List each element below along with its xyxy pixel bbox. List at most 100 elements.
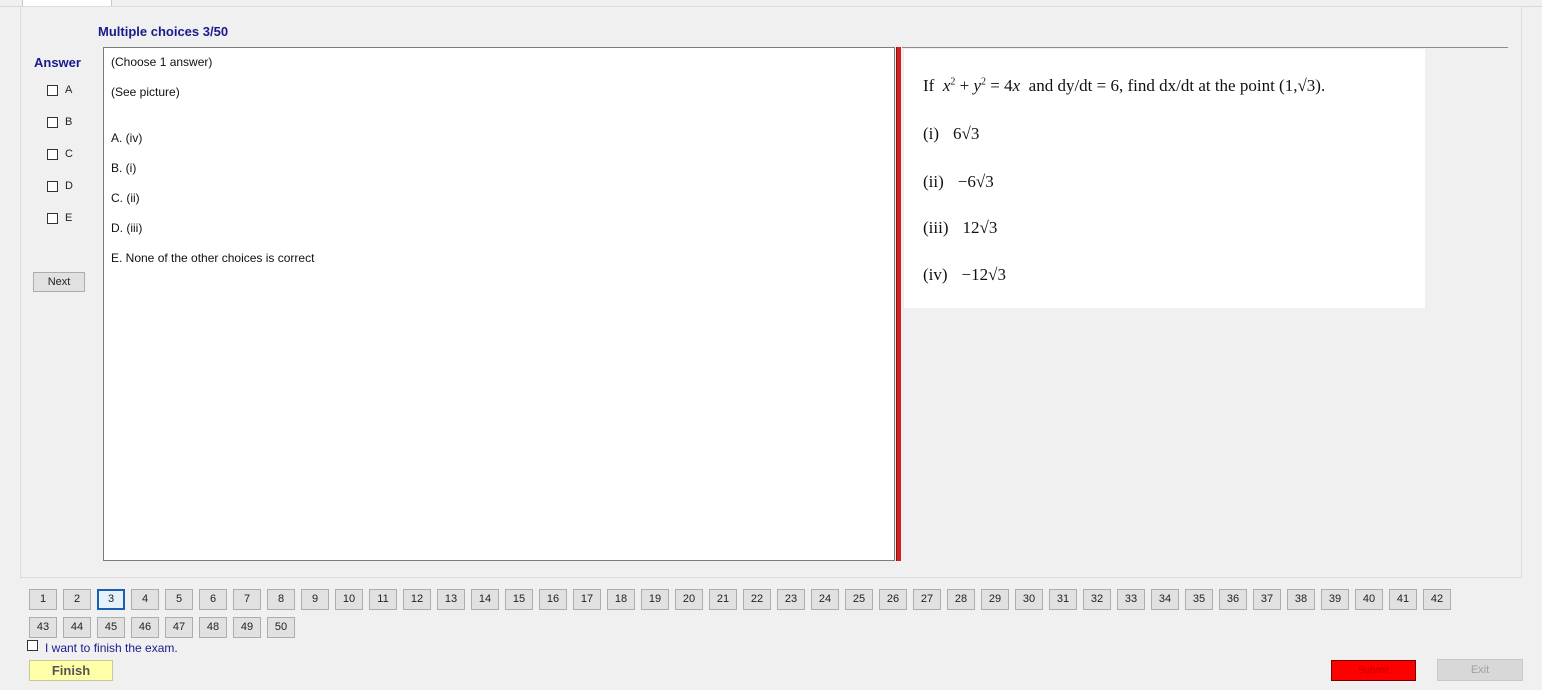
question-nav-button-9[interactable]: 9 (301, 589, 329, 610)
question-nav-button-7[interactable]: 7 (233, 589, 261, 610)
question-nav-button-34[interactable]: 34 (1151, 589, 1179, 610)
choice-iii-roman: (iii) (923, 218, 949, 237)
question-nav-button-5[interactable]: 5 (165, 589, 193, 610)
option-d[interactable]: D (47, 179, 73, 193)
question-nav-button-45[interactable]: 45 (97, 617, 125, 638)
option-c[interactable]: C (47, 147, 73, 161)
question-nav-button-46[interactable]: 46 (131, 617, 159, 638)
question-nav-button-31[interactable]: 31 (1049, 589, 1077, 610)
question-nav-button-21[interactable]: 21 (709, 589, 737, 610)
option-c-checkbox[interactable] (47, 148, 58, 160)
option-b[interactable]: B (47, 115, 72, 129)
question-nav-button-24[interactable]: 24 (811, 589, 839, 610)
question-nav-button-40[interactable]: 40 (1355, 589, 1383, 610)
option-a[interactable]: A (47, 83, 72, 97)
stem-rest: and dy/dt = 6, find dx/dt at the point (… (1028, 76, 1326, 95)
question-stem: If x2 + y2 = 4x and dy/dt = 6, find dx/d… (923, 76, 1325, 96)
choice-iii: (iii) 12√3 (923, 218, 997, 238)
next-button[interactable]: Next (33, 272, 85, 292)
question-nav-button-37[interactable]: 37 (1253, 589, 1281, 610)
finish-exam-label: I want to finish the exam. (45, 641, 178, 655)
question-nav-button-4[interactable]: 4 (131, 589, 159, 610)
option-e-label: E (65, 212, 73, 224)
submit-button[interactable]: Submit (1331, 660, 1416, 681)
stem-x2: x (1012, 76, 1021, 95)
choice-iv: (iv) −12√3 (923, 265, 1006, 285)
question-nav-button-30[interactable]: 30 (1015, 589, 1043, 610)
question-nav-button-17[interactable]: 17 (573, 589, 601, 610)
choice-iv-roman: (iv) (923, 265, 948, 284)
answer-label: Answer (34, 55, 81, 70)
question-nav-button-33[interactable]: 33 (1117, 589, 1145, 610)
question-nav-button-14[interactable]: 14 (471, 589, 499, 610)
choice-c-text: C. (ii) (111, 191, 140, 205)
question-nav-button-2[interactable]: 2 (63, 589, 91, 610)
question-nav-button-29[interactable]: 29 (981, 589, 1009, 610)
question-nav-button-27[interactable]: 27 (913, 589, 941, 610)
choice-e-text: E. None of the other choices is correct (111, 251, 315, 265)
question-nav-button-25[interactable]: 25 (845, 589, 873, 610)
question-nav-button-42[interactable]: 42 (1423, 589, 1451, 610)
question-nav-button-38[interactable]: 38 (1287, 589, 1315, 610)
question-picture: If x2 + y2 = 4x and dy/dt = 6, find dx/d… (904, 49, 1425, 308)
question-nav-button-3[interactable]: 3 (97, 589, 125, 610)
option-a-checkbox[interactable] (47, 84, 58, 96)
option-d-checkbox[interactable] (47, 180, 58, 192)
see-picture-text: (See picture) (111, 85, 180, 99)
question-nav-button-1[interactable]: 1 (29, 589, 57, 610)
option-b-checkbox[interactable] (47, 116, 58, 128)
choice-a-text: A. (iv) (111, 131, 143, 145)
option-d-label: D (65, 180, 73, 192)
question-nav-button-39[interactable]: 39 (1321, 589, 1349, 610)
question-nav-button-48[interactable]: 48 (199, 617, 227, 638)
option-b-label: B (65, 116, 73, 128)
stem-plus: + (959, 76, 970, 95)
question-nav-button-10[interactable]: 10 (335, 589, 363, 610)
question-nav-button-47[interactable]: 47 (165, 617, 193, 638)
question-nav-button-49[interactable]: 49 (233, 617, 261, 638)
question-nav-button-6[interactable]: 6 (199, 589, 227, 610)
question-nav-button-8[interactable]: 8 (267, 589, 295, 610)
question-nav-button-15[interactable]: 15 (505, 589, 533, 610)
option-a-label: A (65, 84, 73, 96)
choice-d-text: D. (iii) (111, 221, 143, 235)
question-nav-button-13[interactable]: 13 (437, 589, 465, 610)
question-nav-button-16[interactable]: 16 (539, 589, 567, 610)
question-nav-button-18[interactable]: 18 (607, 589, 635, 610)
question-nav-button-50[interactable]: 50 (267, 617, 295, 638)
finish-exam-checkbox[interactable] (27, 640, 38, 651)
stem-y: y (973, 76, 982, 95)
option-e-checkbox[interactable] (47, 212, 58, 224)
question-nav-button-36[interactable]: 36 (1219, 589, 1247, 610)
question-nav-button-44[interactable]: 44 (63, 617, 91, 638)
question-nav-button-32[interactable]: 32 (1083, 589, 1111, 610)
question-nav-button-12[interactable]: 12 (403, 589, 431, 610)
question-nav-button-26[interactable]: 26 (879, 589, 907, 610)
question-text-box[interactable]: (Choose 1 answer) (See picture) A. (iv) … (103, 47, 895, 561)
finish-button[interactable]: Finish (29, 660, 113, 681)
question-nav-button-41[interactable]: 41 (1389, 589, 1417, 610)
choice-iv-value: −12√3 (961, 265, 1006, 284)
choice-ii-value: −6√3 (957, 172, 994, 191)
stem-exp2: 2 (981, 76, 987, 88)
stem-exp1: 2 (950, 76, 956, 88)
question-nav-button-35[interactable]: 35 (1185, 589, 1213, 610)
stem-if: If (923, 76, 935, 95)
choice-i-roman: (i) (923, 124, 940, 143)
choice-b-text: B. (i) (111, 161, 137, 175)
question-nav-button-23[interactable]: 23 (777, 589, 805, 610)
choice-ii-roman: (ii) (923, 172, 944, 191)
stem-eq: = 4 (990, 76, 1013, 95)
choice-iii-value: 12√3 (962, 218, 998, 237)
choice-i: (i) 6√3 (923, 124, 979, 144)
question-nav-button-20[interactable]: 20 (675, 589, 703, 610)
option-e[interactable]: E (47, 211, 72, 225)
exit-button[interactable]: Exit (1437, 659, 1523, 681)
question-nav-button-22[interactable]: 22 (743, 589, 771, 610)
panel-splitter[interactable] (896, 47, 901, 561)
question-nav-button-11[interactable]: 11 (369, 589, 397, 610)
question-nav-button-19[interactable]: 19 (641, 589, 669, 610)
question-nav-button-43[interactable]: 43 (29, 617, 57, 638)
question-nav-button-28[interactable]: 28 (947, 589, 975, 610)
instruction-text: (Choose 1 answer) (111, 55, 213, 69)
